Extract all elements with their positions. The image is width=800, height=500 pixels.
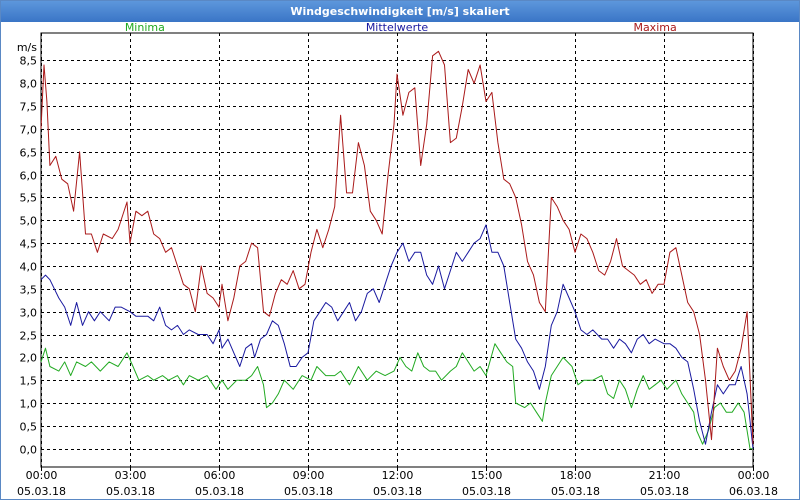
y-tick-label: 2,0 — [20, 352, 38, 365]
x-tick-time-label: 21:00 — [649, 469, 681, 482]
legend-label-minima: Minima — [125, 22, 165, 34]
wind-speed-chart: 0,0 0,5 1,0 1,5 2,0 2,5 3,0 3,5 4,0 4,5 5,0 5,5 6,0 6… — [17, 22, 778, 498]
chart-window: Windgeschwindigkeit [m/s] skaliert 0,0 0,… — [0, 0, 800, 500]
legend-label-maxima: Maxima — [633, 22, 676, 34]
y-tick-label: 3,5 — [20, 284, 38, 297]
y-tick-label: 1,5 — [20, 375, 38, 388]
x-tick-time-label: 00:00 — [738, 469, 770, 482]
x-tick-time-label: 06:00 — [204, 469, 236, 482]
x-tick-date-label: 05.03.18 — [373, 485, 422, 498]
x-tick-date-label: 05.03.18 — [284, 485, 333, 498]
y-tick-label: 7,0 — [20, 124, 38, 137]
y-tick-label: 7,5 — [20, 101, 38, 114]
x-tick-time-label: 12:00 — [382, 469, 414, 482]
x-tick-time-label: 00:00 — [26, 469, 58, 482]
legend-label-mittelwerte: Mittelwerte — [366, 22, 429, 34]
window-title: Windgeschwindigkeit [m/s] skaliert — [1, 1, 799, 22]
y-tick-label: 6,5 — [20, 147, 38, 160]
y-tick-label: 1,0 — [20, 398, 38, 411]
y-axis-label: m/s — [17, 41, 37, 54]
y-tick-label: 8,5 — [20, 55, 38, 68]
y-tick-label: 0,0 — [20, 444, 38, 457]
y-tick-label: 6,0 — [20, 170, 38, 183]
y-tick-label: 5,0 — [20, 215, 38, 228]
y-tick-label: 8,0 — [20, 78, 38, 91]
x-tick-date-label: 06.03.18 — [729, 485, 778, 498]
y-tick-label: 5,5 — [20, 192, 38, 205]
y-tick-label: 0,5 — [20, 421, 38, 434]
x-tick-date-label: 05.03.18 — [551, 485, 600, 498]
x-tick-date-label: 05.03.18 — [106, 485, 155, 498]
series-line-mittelwerte — [40, 224, 754, 449]
y-tick-label: 2,5 — [20, 330, 38, 343]
x-tick-date-label: 05.03.18 — [462, 485, 511, 498]
x-tick-date-label: 05.03.18 — [195, 485, 244, 498]
x-tick-time-label: 18:00 — [560, 469, 592, 482]
x-tick-time-label: 03:00 — [115, 469, 147, 482]
x-tick-date-label: 05.03.18 — [640, 485, 689, 498]
x-tick-time-label: 15:00 — [471, 469, 503, 482]
x-tick-time-label: 09:00 — [293, 469, 325, 482]
series-line-maxima — [40, 50, 754, 445]
y-tick-label: 3,0 — [20, 307, 38, 320]
x-tick-date-label: 05.03.18 — [17, 485, 66, 498]
y-tick-label: 4,0 — [20, 261, 38, 274]
y-tick-label: 4,5 — [20, 238, 38, 251]
